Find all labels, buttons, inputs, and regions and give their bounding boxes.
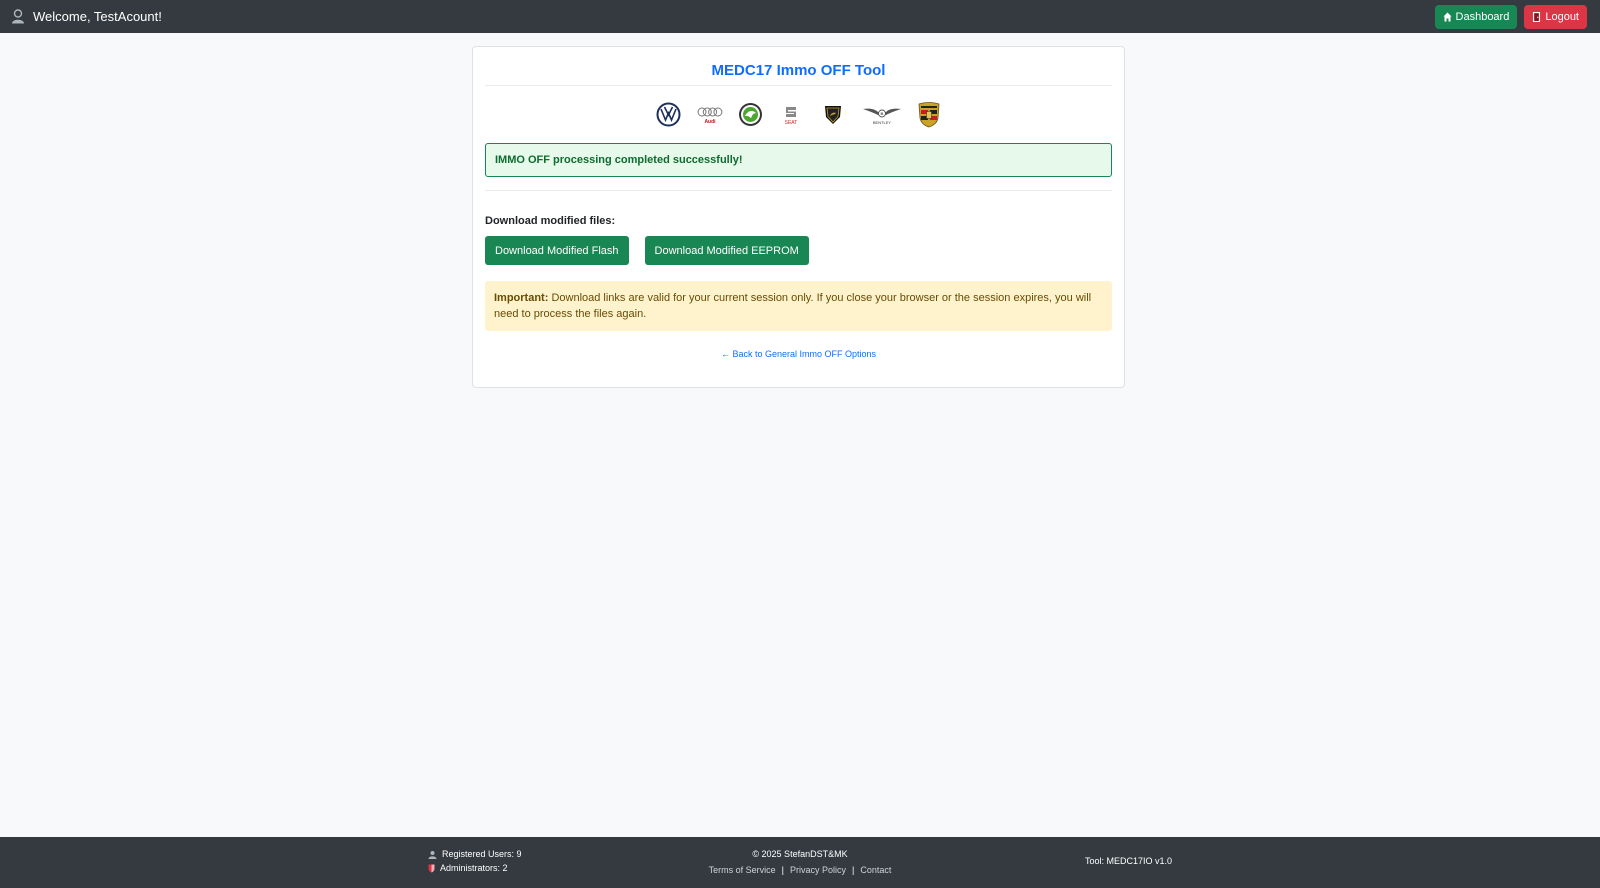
back-to-options-link[interactable]: ← Back to General Immo OFF Options	[721, 349, 876, 359]
warning-text: Download links are valid for your curren…	[494, 292, 1092, 320]
audi-logo-icon: Audi	[696, 102, 724, 128]
user-icon	[12, 9, 24, 24]
footer: Registered Users: 9 Administrators: 2 © …	[0, 837, 1600, 888]
link-separator: |	[781, 865, 784, 875]
logout-button[interactable]: Logout	[1524, 4, 1587, 29]
download-buttons: Download Modified Flash Download Modifie…	[485, 236, 1112, 265]
home-icon	[1443, 12, 1452, 21]
tool-version: Tool: MEDC17IO v1.0	[1085, 856, 1173, 866]
logout-label: Logout	[1545, 10, 1579, 23]
link-separator: |	[852, 865, 855, 875]
topbar-actions: Dashboard Logout	[1434, 4, 1587, 29]
download-flash-button[interactable]: Download Modified Flash	[485, 236, 629, 265]
download-label: Download modified files:	[485, 215, 616, 227]
seat-logo-text: SEAT	[784, 120, 797, 126]
svg-text:B: B	[880, 111, 883, 116]
bentley-logo-text: BENTLEY	[872, 120, 891, 125]
back-link-row: ← Back to General Immo OFF Options	[485, 349, 1112, 359]
contact-link[interactable]: Contact	[860, 865, 891, 875]
session-warning-alert: Important: Download links are valid for …	[485, 281, 1112, 331]
immo-tool-card: MEDC17 Immo OFF Tool Audi SEAT B BENTLEY…	[472, 46, 1125, 388]
vw-logo-icon	[656, 102, 682, 128]
dashboard-label: Dashboard	[1455, 10, 1510, 23]
terms-link[interactable]: Terms of Service	[709, 865, 776, 875]
top-navbar: Welcome, TestAcount! Dashboard Logout	[0, 0, 1600, 33]
page-title: MEDC17 Immo OFF Tool	[485, 47, 1112, 86]
footer-links: Terms of Service | Privacy Policy | Contact	[0, 864, 1600, 876]
dashboard-button[interactable]: Dashboard	[1434, 4, 1518, 29]
footer-center: © 2025 StefanDST&MK Terms of Service | Pri…	[0, 847, 1600, 876]
welcome-area: Welcome, TestAcount!	[11, 9, 162, 24]
seat-logo-icon: SEAT	[778, 102, 804, 128]
bentley-logo-icon: B BENTLEY	[862, 102, 902, 128]
audi-logo-text: Audi	[704, 119, 716, 125]
download-eeprom-button[interactable]: Download Modified EEPROM	[644, 236, 809, 265]
porsche-logo-icon	[916, 102, 942, 128]
skoda-logo-icon	[738, 102, 764, 128]
door-icon	[1533, 11, 1541, 22]
section-divider	[485, 190, 1112, 191]
copyright-text: © 2025 StefanDST&MK	[752, 849, 848, 859]
brand-logos: Audi SEAT B BENTLEY	[485, 86, 1112, 143]
privacy-link[interactable]: Privacy Policy	[790, 865, 846, 875]
welcome-text: Welcome, TestAcount!	[33, 9, 162, 24]
success-alert: IMMO OFF processing completed successful…	[485, 143, 1112, 177]
lamborghini-logo-icon	[818, 102, 848, 128]
warning-label: Important:	[494, 292, 549, 304]
